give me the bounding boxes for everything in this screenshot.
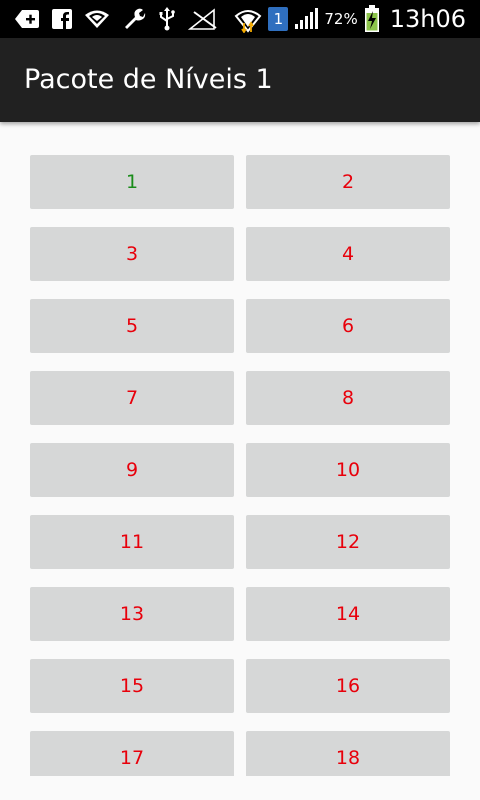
page-title: Pacote de Níveis 1 <box>24 64 273 95</box>
message-plus-icon <box>14 8 40 30</box>
wifi-data-icon <box>234 5 262 33</box>
level-list[interactable]: 1 2 3 4 5 6 7 8 9 10 11 12 13 14 15 16 17 18 <box>0 122 480 776</box>
app-bar: Pacote de Níveis 1 <box>0 38 480 122</box>
status-bar: 1 72% 13h06 <box>0 0 480 38</box>
level-button-3[interactable]: 3 <box>30 227 234 281</box>
battery-percent: 72% <box>324 10 358 28</box>
system-icons: 1 72% 13h06 <box>234 4 466 34</box>
clock: 13h06 <box>389 5 466 33</box>
level-button-1[interactable]: 1 <box>30 155 234 209</box>
signal-off-icon <box>188 8 218 30</box>
level-button-12[interactable]: 12 <box>246 515 450 569</box>
level-button-10[interactable]: 10 <box>246 443 450 497</box>
level-button-4[interactable]: 4 <box>246 227 450 281</box>
level-button-16[interactable]: 16 <box>246 659 450 713</box>
usb-icon <box>158 7 176 31</box>
level-button-18[interactable]: 18 <box>246 731 450 776</box>
level-button-15[interactable]: 15 <box>30 659 234 713</box>
level-button-14[interactable]: 14 <box>246 587 450 641</box>
wifi-icon <box>84 9 110 29</box>
level-button-6[interactable]: 6 <box>246 299 450 353</box>
level-button-9[interactable]: 9 <box>30 443 234 497</box>
notification-icons <box>14 6 218 32</box>
battery-charging-icon <box>364 5 380 33</box>
level-button-11[interactable]: 11 <box>30 515 234 569</box>
level-button-8[interactable]: 8 <box>246 371 450 425</box>
cell-signal-icon <box>294 8 319 30</box>
level-grid: 1 2 3 4 5 6 7 8 9 10 11 12 13 14 15 16 17 18 <box>30 155 450 776</box>
wrench-icon <box>122 7 146 31</box>
level-button-7[interactable]: 7 <box>30 371 234 425</box>
level-button-17[interactable]: 17 <box>30 731 234 776</box>
level-button-13[interactable]: 13 <box>30 587 234 641</box>
level-button-2[interactable]: 2 <box>246 155 450 209</box>
facebook-icon <box>52 9 72 29</box>
sim-badge: 1 <box>268 7 289 31</box>
level-button-5[interactable]: 5 <box>30 299 234 353</box>
